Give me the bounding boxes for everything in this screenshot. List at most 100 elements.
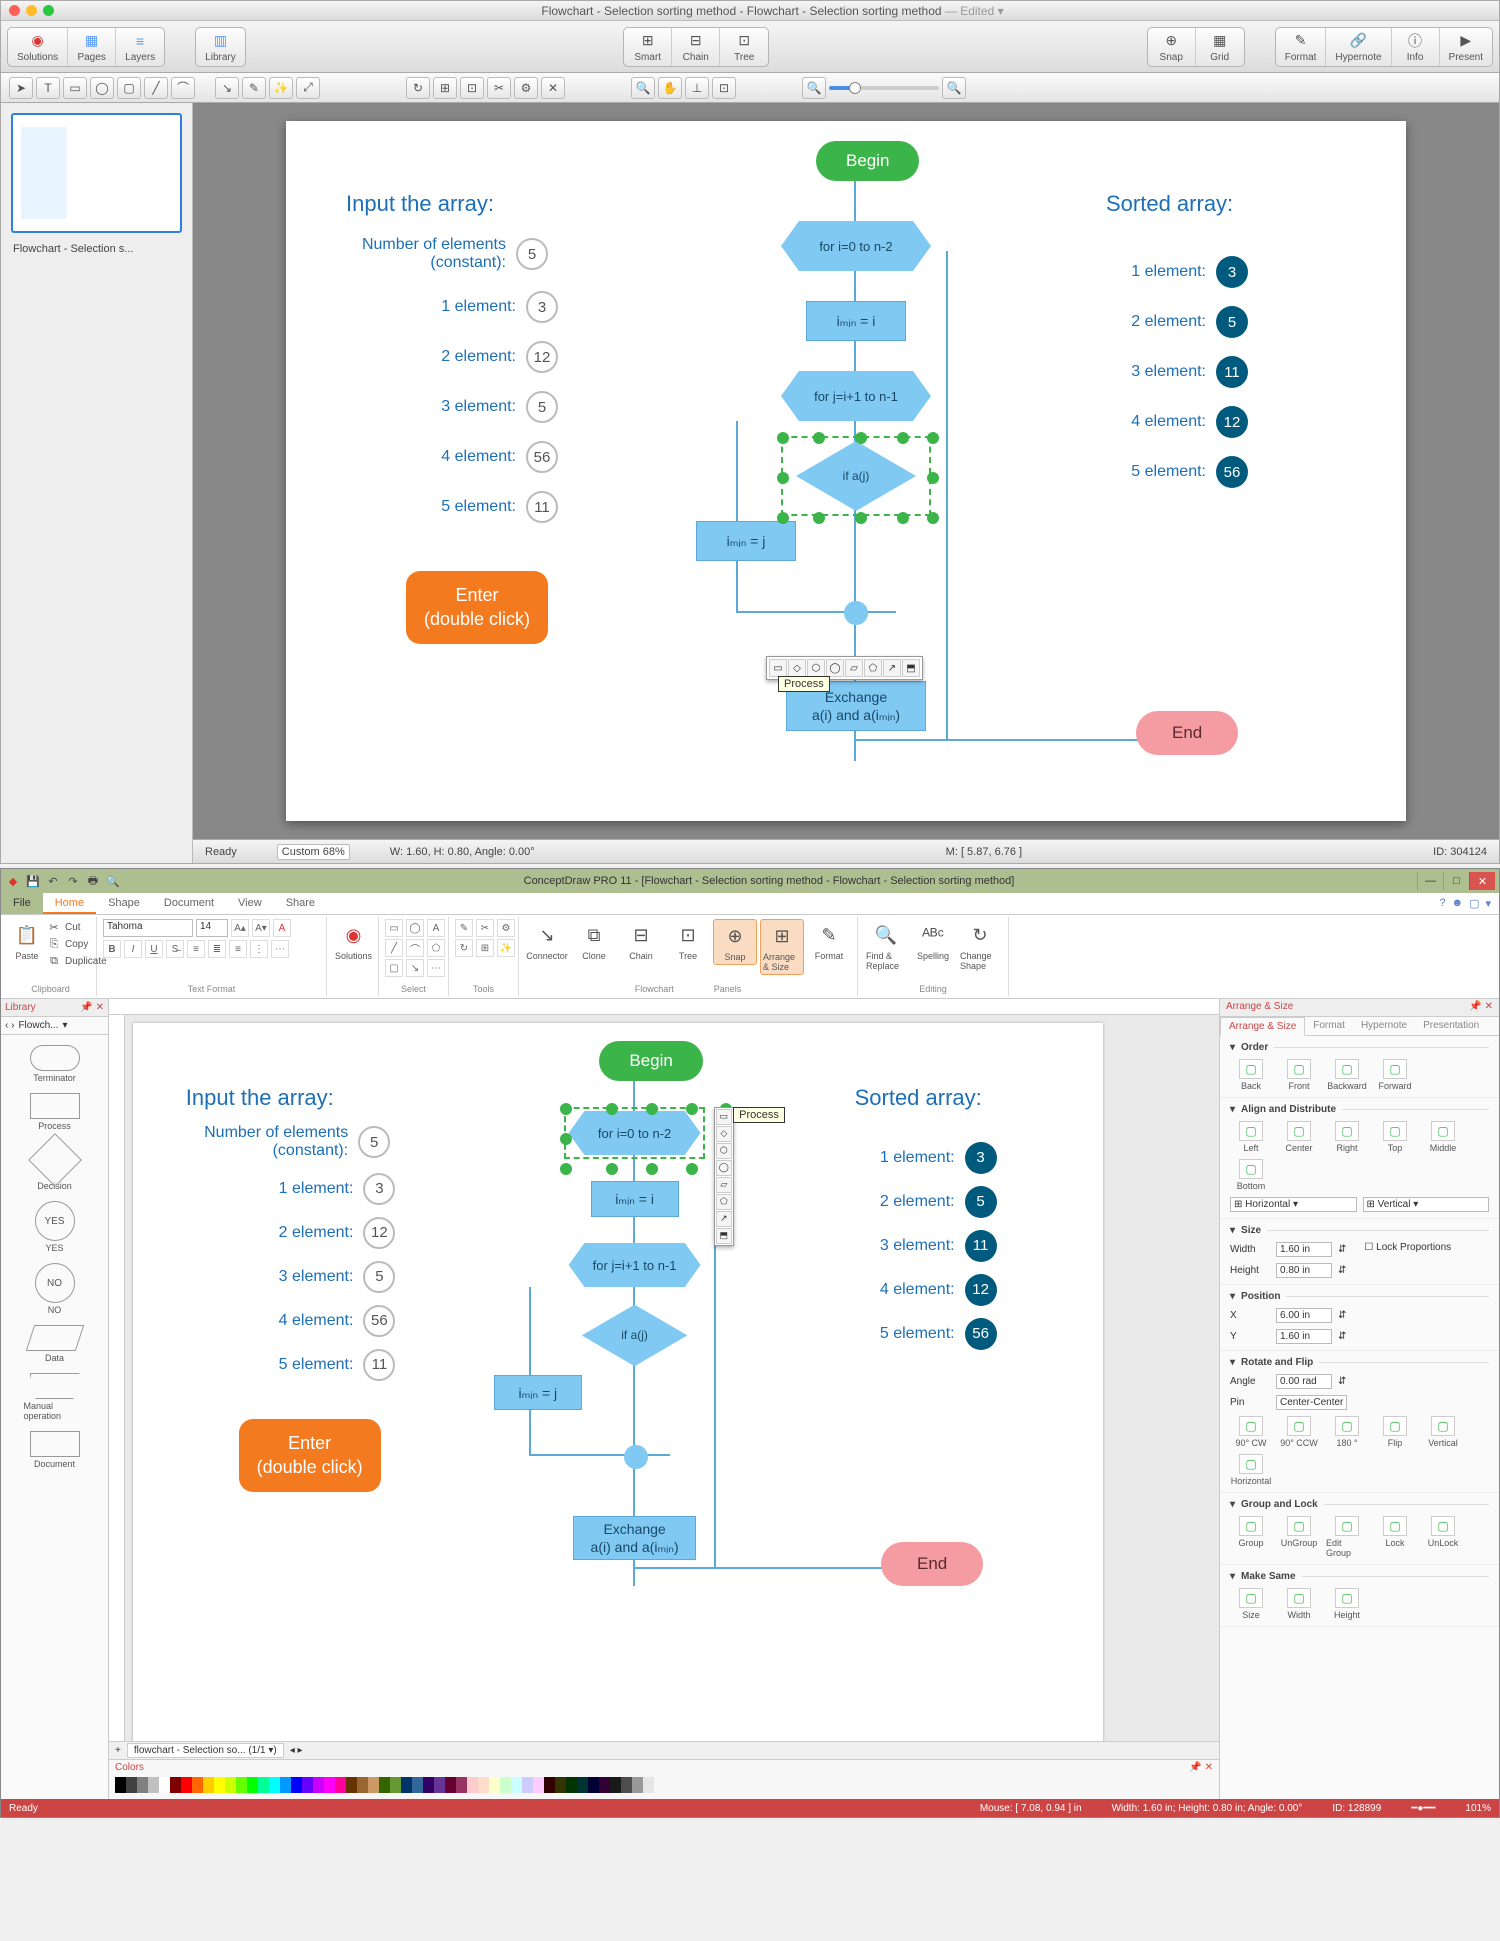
tool-2[interactable]: ✂ <box>476 919 494 937</box>
sheet-tab[interactable]: flowchart - Selection so... (1/1 ▾) <box>127 1743 284 1758</box>
lock-proportions-checkbox[interactable]: ☐ Lock Proportions <box>1364 1242 1451 1257</box>
text-shape[interactable]: A <box>427 919 445 937</box>
flow-end[interactable]: End <box>881 1542 983 1586</box>
layers-button[interactable]: ≡Layers <box>116 28 164 66</box>
ellipse-tool[interactable]: ◯ <box>90 77 114 99</box>
swatch[interactable] <box>445 1777 456 1793</box>
y-input[interactable]: 1.60 in <box>1276 1329 1332 1344</box>
tree-button[interactable]: ⊡Tree <box>720 28 768 66</box>
bold-button[interactable]: B <box>103 940 121 958</box>
swatch[interactable] <box>181 1777 192 1793</box>
flow-for-j[interactable]: for j=i+1 to n-1 <box>781 371 931 421</box>
lib-shape-manual-operation[interactable]: Manual operation <box>20 1369 90 1425</box>
mac-titlebar[interactable]: Flowchart - Selection sorting method - F… <box>1 1 1499 21</box>
rounded-tool[interactable]: ▢ <box>117 77 141 99</box>
chain-button[interactable]: ⊟Chain <box>619 919 663 963</box>
misc-tool-2[interactable]: ✕ <box>541 77 565 99</box>
zoom-tool[interactable]: 🔍 <box>631 77 655 99</box>
align-center-button[interactable]: ≣ <box>208 940 226 958</box>
rect-shape[interactable]: ▭ <box>385 919 403 937</box>
swatch[interactable] <box>225 1777 236 1793</box>
swatch[interactable] <box>588 1777 599 1793</box>
close-button[interactable]: ✕ <box>1469 872 1495 890</box>
italic-button[interactable]: I <box>124 940 142 958</box>
line-shape[interactable]: ╱ <box>385 939 403 957</box>
swatch[interactable] <box>324 1777 335 1793</box>
input-row[interactable]: 2 element:12 <box>203 1217 395 1249</box>
underline-button[interactable]: U <box>145 940 163 958</box>
tab-home[interactable]: Home <box>43 893 96 914</box>
input-row[interactable]: 3 element:5 <box>203 1261 395 1293</box>
height-button[interactable]: ▢Height <box>1326 1588 1368 1620</box>
dec-font[interactable]: A▾ <box>252 919 270 937</box>
swatch[interactable] <box>368 1777 379 1793</box>
solutions-button[interactable]: ◉Solutions <box>333 919 374 963</box>
group-button[interactable]: ▢Group <box>1230 1516 1272 1558</box>
swatch[interactable] <box>137 1777 148 1793</box>
presentation-tab[interactable]: Presentation <box>1415 1017 1487 1035</box>
swatch[interactable] <box>302 1777 313 1793</box>
align-right-button[interactable]: ≡ <box>229 940 247 958</box>
size-button[interactable]: ▢Size <box>1230 1588 1272 1620</box>
help-icon[interactable]: ? <box>1439 897 1445 910</box>
lib-shape-yes[interactable]: YESYES <box>20 1197 90 1257</box>
lib-shape-process[interactable]: Process <box>20 1089 90 1135</box>
swatch[interactable] <box>643 1777 654 1793</box>
swatch[interactable] <box>170 1777 181 1793</box>
oval-shape[interactable]: ◯ <box>406 919 424 937</box>
input-row[interactable]: 5 element:11 <box>203 1349 395 1381</box>
arc-shape[interactable]: ⌒ <box>406 939 424 957</box>
flow-for-i[interactable]: for i=0 to n-2 <box>781 221 931 271</box>
zoom-out-button[interactable]: 🔍 <box>802 77 826 99</box>
library-combo[interactable]: ‹ ›Flowch...▾ <box>1 1017 108 1035</box>
present-button[interactable]: ▶Present <box>1440 28 1492 66</box>
unlock-button[interactable]: ▢UnLock <box>1422 1516 1464 1558</box>
swatch[interactable] <box>599 1777 610 1793</box>
line-tool[interactable]: ╱ <box>144 77 168 99</box>
tool-4[interactable]: ↻ <box>455 939 473 957</box>
-cw-button[interactable]: ▢90° CW <box>1230 1416 1272 1448</box>
swatch[interactable] <box>313 1777 324 1793</box>
wand-tool[interactable]: ✨ <box>269 77 293 99</box>
change-shape-button[interactable]: ↻Change Shape <box>958 919 1002 973</box>
swatch[interactable] <box>511 1777 522 1793</box>
minimize-button[interactable]: — <box>1417 872 1443 890</box>
sheet-add-icon[interactable]: + <box>115 1745 121 1756</box>
flow-line[interactable] <box>946 251 948 741</box>
swatch[interactable] <box>566 1777 577 1793</box>
grid-button[interactable]: ▦Grid <box>1196 28 1244 66</box>
swatch[interactable] <box>346 1777 357 1793</box>
swatch[interactable] <box>379 1777 390 1793</box>
zoom-icon[interactable] <box>43 5 54 16</box>
drawing-canvas[interactable]: Input the array:Sorted array:Number of e… <box>286 121 1406 821</box>
colors-pin-icon[interactable]: 📌 ✕ <box>1189 1762 1213 1773</box>
flow-imin-i[interactable]: iₘᵢₙ = i <box>591 1181 679 1216</box>
maximize-button[interactable]: □ <box>1443 872 1469 890</box>
flow-imin-i[interactable]: iₘᵢₙ = i <box>806 301 906 341</box>
tab-document[interactable]: Document <box>152 893 226 914</box>
right-button[interactable]: ▢Right <box>1326 1121 1368 1153</box>
find-replace-button[interactable]: 🔍Find & Replace <box>864 919 908 973</box>
feedback-icon[interactable]: ☻ <box>1451 897 1463 910</box>
horizontal-button[interactable]: ▢Horizontal <box>1230 1454 1272 1486</box>
swatch[interactable] <box>115 1777 126 1793</box>
swatch[interactable] <box>390 1777 401 1793</box>
hypernote-button[interactable]: 🔗Hypernote <box>1326 28 1391 66</box>
tree-button[interactable]: ⊡Tree <box>666 919 710 963</box>
format-button[interactable]: ✎Format <box>807 919 851 963</box>
close-icon[interactable] <box>9 5 20 16</box>
swatch[interactable] <box>610 1777 621 1793</box>
flow-connector[interactable] <box>844 601 868 625</box>
swatch[interactable] <box>192 1777 203 1793</box>
flow-imin-j[interactable]: iₘᵢₙ = j <box>696 521 796 561</box>
swatch[interactable] <box>577 1777 588 1793</box>
input-row[interactable]: 4 element:56 <box>366 441 558 473</box>
flow-end[interactable]: End <box>1136 711 1238 755</box>
spelling-button[interactable]: ᴬᴮᶜSpelling <box>911 919 955 963</box>
more-shape[interactable]: ⋯ <box>427 959 445 977</box>
bottom-button[interactable]: ▢Bottom <box>1230 1159 1272 1191</box>
pointer-tool[interactable]: ➤ <box>9 77 33 99</box>
swatch[interactable] <box>544 1777 555 1793</box>
qat-undo[interactable]: ↶ <box>45 873 61 889</box>
swatch[interactable] <box>258 1777 269 1793</box>
